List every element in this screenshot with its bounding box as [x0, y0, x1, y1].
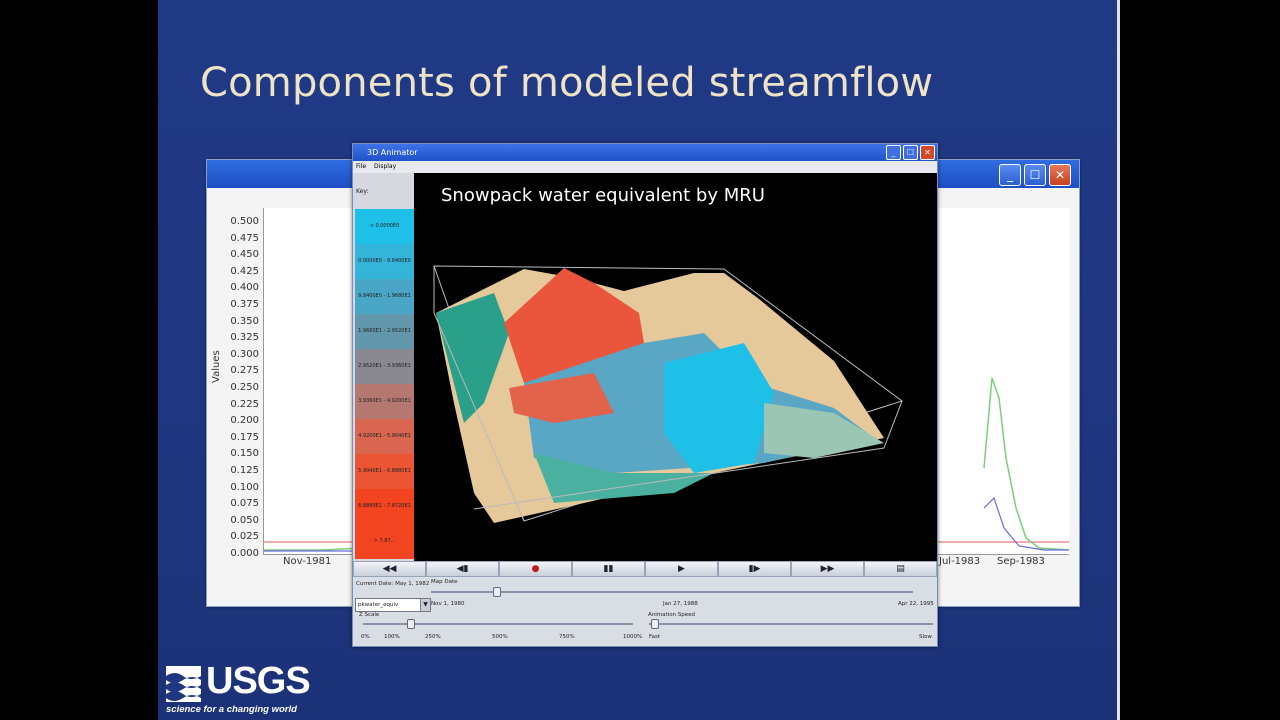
y-tick-label: 0.300	[230, 348, 259, 360]
y-tick-label: 0.350	[230, 315, 259, 327]
y-tick-label: 0.475	[230, 232, 259, 244]
y-tick-label: 0.125	[230, 465, 259, 476]
z-scale-label: Z Scale	[359, 612, 380, 618]
maximize-icon[interactable]: ☐	[903, 145, 918, 160]
key-swatch: < 0.0000E0	[355, 209, 414, 244]
y-tick-label: 0.200	[230, 415, 259, 427]
color-key-panel: Key: < 0.0000E0 0.0000E0 - 9.8400E0 9.8400…	[353, 173, 414, 561]
x-tick-label: Sep-1983	[997, 556, 1045, 567]
step-back-button[interactable]: ◀▮	[426, 561, 499, 577]
y-axis-title: Values	[211, 350, 222, 383]
date-end-label: Apr 22, 1995	[898, 601, 934, 607]
key-swatch: 0.0000E0 - 9.8400E0	[355, 244, 414, 279]
y-tick-label: 0.375	[230, 299, 259, 310]
current-date-label: Current Date: May 1, 1982	[356, 581, 430, 587]
playback-controls: ◀◀ ◀▮ ● ▮▮ ▶ ▮▶ ▶▶ ▤	[353, 561, 937, 577]
close-icon[interactable]: ✕	[920, 145, 935, 160]
menu-file[interactable]: File	[356, 161, 366, 173]
variable-select-value: pkwater_equiv	[358, 602, 399, 608]
animator-titlebar[interactable]: 3D Animator _ ☐ ✕	[353, 144, 937, 161]
y-tick-label: 0.075	[230, 498, 259, 510]
z-scale-slider-thumb[interactable]	[407, 619, 415, 629]
menu-button[interactable]: ▤	[864, 561, 937, 577]
terrain-surface	[433, 265, 904, 523]
speed-fast-label: Fast	[649, 634, 661, 640]
green-series-right	[983, 377, 1070, 551]
step-forward-button[interactable]: ▮▶	[718, 561, 791, 577]
menu-display[interactable]: Display	[374, 161, 396, 173]
slide-title: Components of modeled streamflow	[200, 60, 934, 106]
y-tick-label: 0.025	[230, 531, 259, 543]
usgs-wave-icon	[166, 666, 201, 702]
y-tick-label: 0.225	[230, 398, 259, 410]
fast-forward-button[interactable]: ▶▶	[791, 561, 864, 577]
y-tick-label: 0.050	[230, 514, 259, 526]
pause-button[interactable]: ▮▮	[572, 561, 645, 577]
maximize-icon[interactable]: ☐	[1024, 164, 1046, 186]
y-tick-label: 0.500	[230, 216, 259, 227]
animator-title: 3D Animator	[367, 148, 418, 157]
speed-slow-label: Slow	[919, 634, 932, 640]
animation-speed-slider-thumb[interactable]	[651, 619, 659, 629]
key-swatch: 6.8880E1 - 7.8720E1	[355, 489, 414, 524]
y-tick-label: 0.250	[230, 382, 259, 393]
z-scale-slider[interactable]	[363, 623, 633, 625]
minimize-icon[interactable]: _	[886, 145, 901, 160]
close-icon[interactable]: ✕	[1049, 164, 1071, 186]
map-date-slider-thumb[interactable]	[493, 587, 501, 597]
z-tick: 750%	[559, 634, 575, 640]
x-tick-label: Jul-1983	[939, 556, 981, 567]
3d-viewport[interactable]: Snowpack water equivalent by MRU	[414, 173, 937, 561]
date-mid-label: Jan 27, 1988	[663, 601, 698, 607]
y-tick-label: 0.150	[230, 448, 259, 460]
slide-edge	[1117, 0, 1120, 720]
key-swatch: 9.8400E0 - 1.9680E1	[355, 279, 414, 314]
key-swatch: > 7.87...	[355, 524, 414, 559]
y-tick-label: 0.100	[230, 481, 259, 493]
key-swatch: 1.9680E1 - 2.9520E1	[355, 314, 414, 349]
menu-bar: File Display	[353, 161, 937, 173]
y-tick-label: 0.000	[230, 548, 259, 559]
z-tick: 0%	[361, 634, 370, 640]
key-swatch: 4.9200E1 - 5.9040E1	[355, 419, 414, 454]
variable-select[interactable]: pkwater_equiv ▼	[355, 598, 431, 612]
key-swatch: 2.9520E1 - 3.9360E1	[355, 349, 414, 384]
y-tick-label: 0.175	[230, 431, 259, 443]
slide: Components of modeled streamflow _ ☐ ✕ 0…	[158, 0, 1120, 720]
z-tick: 100%	[384, 634, 400, 640]
usgs-logo-text: USGS	[206, 660, 311, 702]
usgs-tagline: science for a changing world	[166, 704, 297, 715]
animator-window: 3D Animator _ ☐ ✕ File Display Key: < 0.…	[352, 143, 938, 647]
y-tick-label: 0.425	[230, 265, 259, 277]
record-button[interactable]: ●	[499, 561, 572, 577]
map-date-label: Map Date	[431, 579, 458, 585]
z-tick: 250%	[425, 634, 441, 640]
date-start-label: Nov 1, 1980	[431, 601, 465, 607]
x-tick-label: Nov-1981	[283, 556, 332, 567]
y-tick-label: 0.275	[230, 365, 259, 377]
z-tick: 1000%	[623, 634, 643, 640]
animation-speed-slider[interactable]	[649, 623, 933, 625]
z-tick: 500%	[492, 634, 508, 640]
y-tick-label: 0.325	[230, 332, 259, 344]
minimize-icon[interactable]: _	[999, 164, 1021, 186]
chevron-down-icon[interactable]: ▼	[420, 599, 430, 611]
key-label: Key:	[356, 188, 369, 195]
y-tick-label: 0.450	[230, 249, 259, 261]
play-button[interactable]: ▶	[645, 561, 718, 577]
map-date-slider[interactable]	[431, 591, 913, 593]
y-tick-label: 0.400	[230, 282, 259, 294]
key-swatch: 3.9360E1 - 4.9200E1	[355, 384, 414, 419]
rewind-button[interactable]: ◀◀	[353, 561, 426, 577]
animation-speed-label: Animation Speed	[648, 612, 696, 618]
key-swatch: 5.9040E1 - 6.8880E1	[355, 454, 414, 489]
animator-settings-panel: Current Date: May 1, 1982 Map Date pkwat…	[353, 577, 937, 646]
